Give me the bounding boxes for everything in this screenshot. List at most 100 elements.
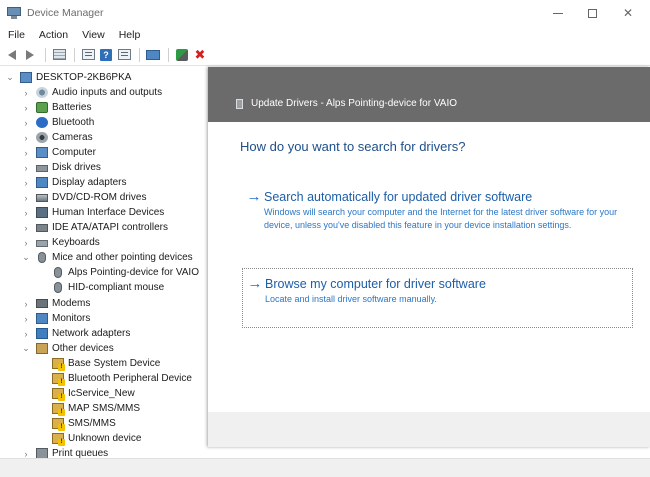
chevron-right-icon[interactable]: › (22, 449, 30, 459)
tree-item-label: Mice and other pointing devices (52, 252, 193, 263)
option-body: Search automatically for updated driver … (264, 189, 632, 231)
chevron-right-icon[interactable]: › (22, 208, 30, 218)
tree-item-label: Bluetooth (52, 117, 95, 128)
tree-item-label: Base System Device (68, 358, 161, 369)
tree-item-hid[interactable]: › Human Interface Devices (22, 205, 164, 220)
modem-icon (36, 299, 48, 308)
network-adapter-icon (36, 328, 48, 339)
view-icon (117, 49, 131, 60)
chevron-right-icon[interactable]: › (22, 238, 30, 248)
tree-item-label: MAP SMS/MMS (68, 403, 141, 414)
update-driver-button[interactable] (174, 47, 190, 63)
tree-item-ide[interactable]: › IDE ATA/ATAPI controllers (22, 220, 168, 235)
tree-item-sms-mms[interactable]: SMS/MMS (52, 416, 116, 431)
menu-view[interactable]: View (82, 29, 105, 41)
toolbar-separator (139, 47, 140, 62)
warning-device-icon (52, 388, 65, 401)
chevron-down-icon[interactable]: ⌄ (6, 72, 14, 82)
chevron-right-icon[interactable]: › (22, 193, 30, 203)
scan-hardware-button[interactable] (145, 47, 161, 63)
menu-file[interactable]: File (8, 29, 25, 41)
tree-item-modems[interactable]: › Modems (22, 296, 91, 311)
option-description: Windows will search your computer and th… (264, 207, 618, 230)
tree-item-bluetooth[interactable]: › Bluetooth (22, 115, 94, 130)
update-driver-icon (176, 48, 188, 61)
search-automatically-option[interactable]: → Search automatically for updated drive… (242, 189, 632, 249)
tree-item-keyboards[interactable]: › Keyboards (22, 235, 100, 250)
chevron-down-icon[interactable]: ⌄ (22, 252, 30, 262)
dialog-header: Update Drivers - Alps Pointing-device fo… (208, 67, 650, 122)
tree-item-bluetooth-peripheral[interactable]: Bluetooth Peripheral Device (52, 371, 192, 386)
show-hide-console-button[interactable] (51, 47, 67, 63)
dialog-title-row: Update Drivers - Alps Pointing-device fo… (236, 98, 457, 109)
tree-item-other-devices[interactable]: ⌄ Other devices (22, 341, 114, 356)
tree-item-print-queues[interactable]: › Print queues (22, 446, 108, 458)
tree-item-dvd-drives[interactable]: › DVD/CD-ROM drives (22, 190, 147, 205)
uninstall-button[interactable]: ✖ (192, 47, 208, 63)
tree-item-label: Bluetooth Peripheral Device (68, 373, 192, 384)
ide-controller-icon (36, 223, 48, 232)
chevron-right-icon[interactable]: › (22, 314, 30, 324)
tree-item-display-adapters[interactable]: › Display adapters (22, 175, 126, 190)
camera-icon (36, 132, 48, 143)
tree-root[interactable]: ⌄ DESKTOP-2KB6PKA (6, 70, 131, 85)
scan-hardware-icon (146, 49, 160, 60)
properties-button[interactable] (80, 47, 96, 63)
tree-item-label: Print queues (52, 448, 109, 458)
dialog-title: Update Drivers - Alps Pointing-device fo… (251, 98, 458, 109)
minimize-button[interactable] (541, 0, 575, 26)
chevron-right-icon[interactable]: › (22, 329, 30, 339)
chevron-right-icon[interactable]: › (22, 88, 30, 98)
menu-action[interactable]: Action (39, 29, 68, 41)
tree-item-computer[interactable]: › Computer (22, 145, 96, 160)
tree-item-network-adapters[interactable]: › Network adapters (22, 326, 130, 341)
status-bar (0, 458, 650, 477)
tree-item-monitors[interactable]: › Monitors (22, 311, 90, 326)
chevron-right-icon[interactable]: › (22, 163, 30, 173)
chevron-right-icon[interactable]: › (22, 103, 30, 113)
browse-computer-option[interactable]: → Browse my computer for driver software… (242, 268, 633, 328)
tree-item-label: Modems (52, 298, 91, 309)
option-title: Search automatically for updated driver … (264, 190, 533, 204)
tree-item-alps-pointing-device[interactable]: Alps Pointing-device for VAIO (52, 265, 199, 280)
option-row: → Search automatically for updated drive… (242, 189, 632, 231)
chevron-right-icon[interactable]: › (22, 133, 30, 143)
device-manager-icon (7, 7, 21, 19)
dvd-drive-icon (36, 193, 48, 202)
tree-item-icservice-new[interactable]: IcService_New (52, 386, 135, 401)
view-button[interactable] (116, 47, 132, 63)
tree-item-disk-drives[interactable]: › Disk drives (22, 160, 101, 175)
close-button[interactable]: ✕ (611, 0, 645, 26)
chevron-right-icon[interactable]: › (22, 178, 30, 188)
tree-item-audio[interactable]: › Audio inputs and outputs (22, 85, 162, 100)
show-hide-console-icon (52, 49, 66, 60)
forward-arrow-icon (26, 49, 34, 60)
uninstall-icon: ✖ (194, 47, 206, 62)
chevron-right-icon[interactable]: › (22, 223, 30, 233)
tree-item-mice[interactable]: ⌄ Mice and other pointing devices (22, 250, 193, 265)
tree-item-label: Batteries (52, 102, 92, 113)
tree-item-label: Alps Pointing-device for VAIO (68, 267, 199, 278)
chevron-right-icon[interactable]: › (22, 299, 30, 309)
chevron-right-icon[interactable]: › (22, 148, 30, 158)
dialog-footer (208, 412, 650, 447)
tree-item-map-sms-mms[interactable]: MAP SMS/MMS (52, 401, 140, 416)
menu-help[interactable]: Help (119, 29, 141, 41)
keyboard-icon (36, 240, 48, 247)
arrow-right-icon: → (246, 188, 262, 205)
back-button[interactable] (4, 47, 20, 63)
option-body: Browse my computer for driver software L… (265, 276, 486, 306)
maximize-icon (587, 8, 597, 18)
tree-item-hid-mouse[interactable]: HID-compliant mouse (52, 280, 164, 295)
tree-item-batteries[interactable]: › Batteries (22, 100, 91, 115)
chevron-down-icon[interactable]: ⌄ (22, 343, 30, 353)
tree-item-unknown-device[interactable]: Unknown device (52, 431, 141, 446)
forward-button[interactable] (22, 47, 38, 63)
warning-device-icon (52, 418, 65, 431)
help-button[interactable]: ? (98, 47, 114, 63)
chevron-right-icon[interactable]: › (22, 118, 30, 128)
audio-icon (36, 87, 48, 98)
tree-item-base-system-device[interactable]: Base System Device (52, 356, 160, 371)
maximize-button[interactable] (575, 0, 609, 26)
tree-item-cameras[interactable]: › Cameras (22, 130, 93, 145)
